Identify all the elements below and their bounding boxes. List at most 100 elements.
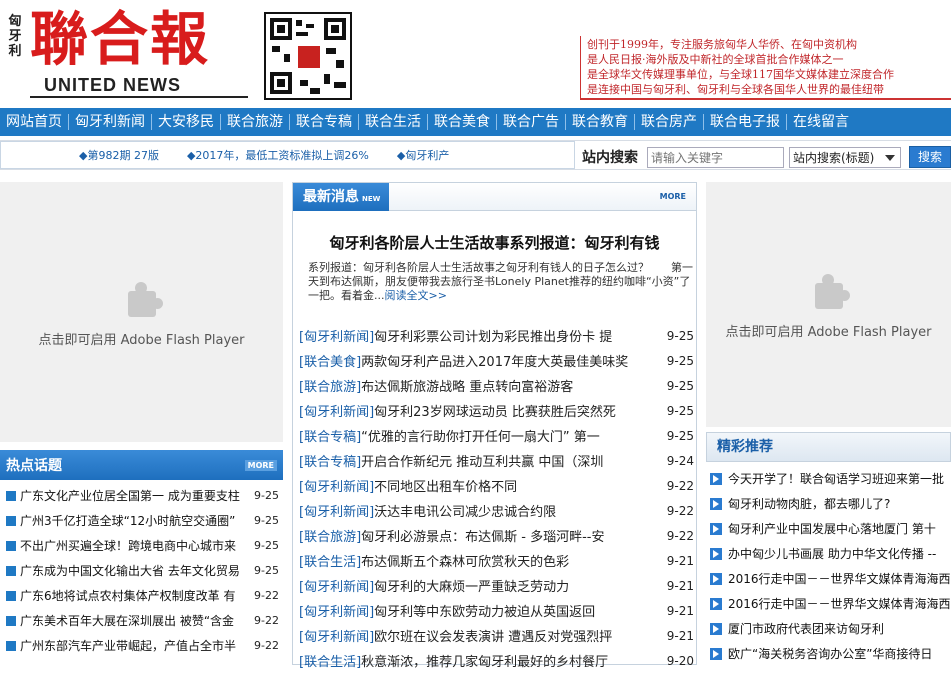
recommend-item[interactable]: 厦门市政府代表团来访匈牙利 bbox=[706, 616, 951, 641]
nav-food[interactable]: 联合美食 bbox=[428, 108, 496, 136]
news-title[interactable]: 匈牙利彩票公司计划为彩民推出身份卡 提 bbox=[374, 330, 612, 345]
hot-more-link[interactable]: MORE bbox=[244, 459, 277, 471]
hot-item[interactable]: 广州3千亿打造全球“12小时航空交通圈” 9-25 bbox=[0, 508, 283, 533]
recommend-item[interactable]: 匈牙利动物肉脏，都去哪儿了? bbox=[706, 491, 951, 516]
news-item[interactable]: [联合旅游]匈牙利必游景点：布达佩斯 - 多瑙河畔--安 9-22 bbox=[299, 523, 694, 548]
news-title[interactable]: 秋意渐浓，推荐几家匈牙利最好的乡村餐厅 bbox=[361, 655, 608, 670]
news-title[interactable]: 布达佩斯五个森林可欣赏秋天的色彩 bbox=[361, 555, 569, 570]
news-category[interactable]: [联合旅游] bbox=[299, 530, 361, 545]
news-title[interactable]: 沃达丰电讯公司减少忠诚合约限 bbox=[374, 505, 556, 520]
hot-item[interactable]: 不出广州买遍全球！跨境电商中心城市来 9-25 bbox=[0, 533, 283, 558]
news-title[interactable]: 不同地区出租车价格不同 bbox=[374, 480, 517, 495]
latest-more-link[interactable]: MORE bbox=[660, 192, 686, 201]
site-header: 匈牙利 聯合報 UNITED NEWS 创刊于1999年，专注服务旅匈华人华侨、… bbox=[0, 0, 951, 108]
news-item[interactable]: [匈牙利新闻]不同地区出租车价格不同 9-22 bbox=[299, 473, 694, 498]
news-item[interactable]: [匈牙利新闻]匈牙利23岁网球运动员 比赛获胜后突然死 9-25 bbox=[299, 398, 694, 423]
read-all-link[interactable]: 阅读全文>> bbox=[385, 289, 447, 302]
news-title[interactable]: 两款匈牙利产品进入2017年度大英最佳美味奖 bbox=[361, 355, 628, 370]
nav-hungary-news[interactable]: 匈牙利新闻 bbox=[69, 108, 151, 136]
search-button[interactable]: 搜索 bbox=[909, 146, 951, 168]
news-title[interactable]: 匈牙利23岁网球运动员 比赛获胜后突然死 bbox=[374, 405, 616, 420]
news-item[interactable]: [联合生活]秋意渐浓，推荐几家匈牙利最好的乡村餐厅 9-20 bbox=[299, 648, 694, 673]
news-title[interactable]: 开启合作新纪元 推动互利共赢 中国（深圳 bbox=[361, 455, 603, 470]
news-title[interactable]: “优雅的言行助你打开任何一扇大门” 第一 bbox=[361, 430, 600, 445]
news-title[interactable]: 匈牙利等中东欧劳动力被迫从英国返回 bbox=[374, 605, 595, 620]
nav-real-estate[interactable]: 联合房产 bbox=[635, 108, 703, 136]
hot-title[interactable]: 广东6地将试点农村集体产权制度改革 有 bbox=[20, 587, 243, 604]
hot-title[interactable]: 广东美术百年大展在深圳展出 被赞“含金 bbox=[20, 612, 243, 629]
news-item[interactable]: [联合专稿]“优雅的言行助你打开任何一扇大门” 第一 9-25 bbox=[299, 423, 694, 448]
hot-item[interactable]: 广东文化产业位居全国第一 成为重要支柱 9-25 bbox=[0, 483, 283, 508]
recommend-title[interactable]: 2016行走中国－－世界华文媒体青海海西 bbox=[728, 570, 951, 587]
recommend-item[interactable]: 欧广“海关税务咨询办公室”华商接待日 bbox=[706, 641, 951, 666]
hot-title[interactable]: 广东成为中国文化输出大省 去年文化贸易 bbox=[20, 562, 243, 579]
nav-life[interactable]: 联合生活 bbox=[359, 108, 427, 136]
nav-ads[interactable]: 联合广告 bbox=[497, 108, 565, 136]
recommend-item[interactable]: 今天开学了！联合匈语学习班迎来第一批 bbox=[706, 466, 951, 491]
nav-e-paper[interactable]: 联合电子报 bbox=[704, 108, 786, 136]
nav-home[interactable]: 网站首页 bbox=[0, 108, 68, 136]
nav-immigration[interactable]: 大安移民 bbox=[152, 108, 220, 136]
hot-item[interactable]: 广东成为中国文化输出大省 去年文化贸易 9-25 bbox=[0, 558, 283, 583]
news-category[interactable]: [联合旅游] bbox=[299, 380, 361, 395]
recommend-title[interactable]: 办中匈少儿书画展 助力中华文化传播 -- bbox=[728, 545, 936, 562]
ticker-item[interactable]: ◆2017年，最低工资标准拟上调26% bbox=[187, 147, 369, 163]
news-item[interactable]: [联合生活]布达佩斯五个森林可欣赏秋天的色彩 9-21 bbox=[299, 548, 694, 573]
recommend-title[interactable]: 匈牙利产业中国发展中心落地厦门 第十 bbox=[728, 520, 936, 537]
hot-date: 9-25 bbox=[254, 514, 279, 527]
news-category[interactable]: [联合专稿] bbox=[299, 430, 361, 445]
search-input[interactable] bbox=[647, 147, 784, 168]
site-logo[interactable]: 聯合報 UNITED NEWS bbox=[30, 4, 250, 98]
news-item[interactable]: [匈牙利新闻]沃达丰电讯公司减少忠诚合约限 9-22 bbox=[299, 498, 694, 523]
news-item[interactable]: [匈牙利新闻]匈牙利的大麻烦一严重缺乏劳动力 9-21 bbox=[299, 573, 694, 598]
recommend-item[interactable]: 办中匈少儿书画展 助力中华文化传播 -- bbox=[706, 541, 951, 566]
hot-title[interactable]: 不出广州买遍全球！跨境电商中心城市来 bbox=[20, 537, 243, 554]
news-category[interactable]: [联合生活] bbox=[299, 655, 361, 670]
news-category[interactable]: [联合美食] bbox=[299, 355, 361, 370]
ticker-item[interactable]: ◆匈牙利产 bbox=[397, 147, 449, 163]
nav-travel[interactable]: 联合旅游 bbox=[221, 108, 289, 136]
recommend-title[interactable]: 匈牙利动物肉脏，都去哪儿了? bbox=[728, 495, 890, 512]
recommend-title[interactable]: 欧广“海关税务咨询办公室”华商接待日 bbox=[728, 645, 932, 662]
news-category[interactable]: [匈牙利新闻] bbox=[299, 630, 374, 645]
news-category[interactable]: [匈牙利新闻] bbox=[299, 330, 374, 345]
news-category[interactable]: [匈牙利新闻] bbox=[299, 480, 374, 495]
hot-item[interactable]: 广州东部汽车产业带崛起，产值占全市半 9-22 bbox=[0, 633, 283, 658]
recommend-item[interactable]: 匈牙利产业中国发展中心落地厦门 第十 bbox=[706, 516, 951, 541]
news-item[interactable]: [联合专稿]开启合作新纪元 推动互利共赢 中国（深圳 9-24 bbox=[299, 448, 694, 473]
headline-link[interactable]: 匈牙利各阶层人士生活故事系列报道：匈牙利有钱 bbox=[293, 232, 696, 253]
flash-placeholder-right[interactable]: 点击即可启用 Adobe Flash Player bbox=[706, 182, 951, 427]
hot-item[interactable]: 广东6地将试点农村集体产权制度改革 有 9-22 bbox=[0, 583, 283, 608]
recommend-title[interactable]: 2016行走中国－－世界华文媒体青海海西 bbox=[728, 595, 951, 612]
news-category[interactable]: [联合专稿] bbox=[299, 455, 361, 470]
news-title[interactable]: 匈牙利必游景点：布达佩斯 - 多瑙河畔--安 bbox=[361, 530, 604, 545]
news-category[interactable]: [联合生活] bbox=[299, 555, 361, 570]
recommend-title[interactable]: 今天开学了！联合匈语学习班迎来第一批 bbox=[728, 470, 944, 487]
news-title[interactable]: 匈牙利的大麻烦一严重缺乏劳动力 bbox=[374, 580, 569, 595]
news-item[interactable]: [匈牙利新闻]欧尔班在议会发表演讲 遭遇反对党强烈抨 9-21 bbox=[299, 623, 694, 648]
news-item[interactable]: [匈牙利新闻]匈牙利等中东欧劳动力被迫从英国返回 9-21 bbox=[299, 598, 694, 623]
news-item[interactable]: [联合旅游]布达佩斯旅游战略 重点转向富裕游客 9-25 bbox=[299, 373, 694, 398]
news-category[interactable]: [匈牙利新闻] bbox=[299, 405, 374, 420]
hot-title[interactable]: 广州3千亿打造全球“12小时航空交通圈” bbox=[20, 512, 243, 529]
recommend-title[interactable]: 厦门市政府代表团来访匈牙利 bbox=[728, 620, 884, 637]
news-title[interactable]: 布达佩斯旅游战略 重点转向富裕游客 bbox=[361, 380, 573, 395]
hot-title[interactable]: 广东文化产业位居全国第一 成为重要支柱 bbox=[20, 487, 243, 504]
hot-title[interactable]: 广州东部汽车产业带崛起，产值占全市半 bbox=[20, 637, 243, 654]
recommend-item[interactable]: 2016行走中国－－世界华文媒体青海海西 bbox=[706, 566, 951, 591]
news-item[interactable]: [匈牙利新闻]匈牙利彩票公司计划为彩民推出身份卡 提 9-25 bbox=[299, 323, 694, 348]
news-title[interactable]: 欧尔班在议会发表演讲 遭遇反对党强烈抨 bbox=[374, 630, 612, 645]
nav-education[interactable]: 联合教育 bbox=[566, 108, 634, 136]
news-item[interactable]: [联合美食]两款匈牙利产品进入2017年度大英最佳美味奖 9-25 bbox=[299, 348, 694, 373]
site-tagline: 创刊于1999年，专注服务旅匈华人华侨、在匈中资机构 是人民日报·海外版及中新社… bbox=[580, 36, 951, 100]
recommend-item[interactable]: 2016行走中国－－世界华文媒体青海海西 bbox=[706, 591, 951, 616]
hot-item[interactable]: 广东美术百年大展在深圳展出 被赞“含金 9-22 bbox=[0, 608, 283, 633]
news-category[interactable]: [匈牙利新闻] bbox=[299, 580, 374, 595]
nav-features[interactable]: 联合专稿 bbox=[290, 108, 358, 136]
nav-guestbook[interactable]: 在线留言 bbox=[787, 108, 855, 136]
news-category[interactable]: [匈牙利新闻] bbox=[299, 605, 374, 620]
ticker-item[interactable]: ◆第982期 27版 bbox=[79, 147, 159, 163]
flash-placeholder-left[interactable]: 点击即可启用 Adobe Flash Player bbox=[0, 182, 283, 442]
search-scope-select[interactable]: 站内搜索(标题) bbox=[789, 147, 901, 168]
news-category[interactable]: [匈牙利新闻] bbox=[299, 505, 374, 520]
